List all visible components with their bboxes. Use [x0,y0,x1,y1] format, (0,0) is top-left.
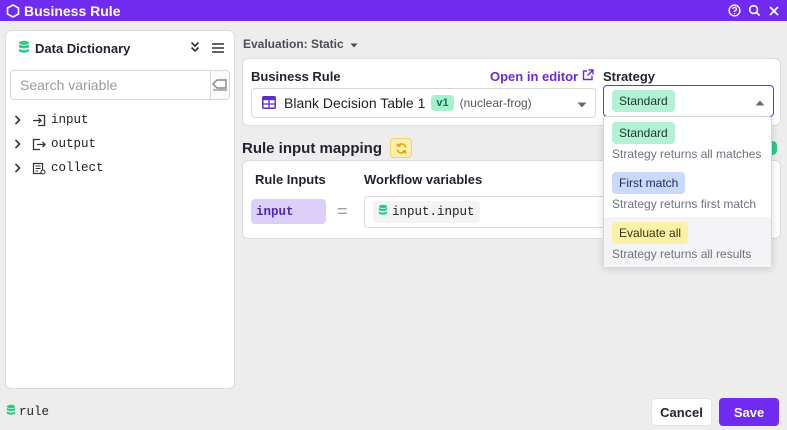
window-title: Business Rule [24,2,121,19]
rule-input-mapping-title: Rule input mapping [242,139,382,157]
tree-item-label: output [51,137,97,151]
caret-up-icon [755,94,765,109]
eraser-icon[interactable] [210,71,229,99]
search-variable-input[interactable] [11,71,210,99]
strategy-option-chip: First match [612,172,686,194]
evaluation-label: Evaluation: Static [243,37,344,51]
variable-tree: input output collect [6,108,234,180]
data-dictionary-panel: Data Dictionary input output [5,30,235,389]
search-variable-field [10,70,230,100]
evaluation-selector[interactable]: Evaluation: Static [243,37,358,51]
chevron-right-icon[interactable] [14,139,24,149]
strategy-option-description: Strategy returns all matches [612,147,762,161]
business-rule-slug: (nuclear-frog) [459,96,532,110]
save-button[interactable]: Save [719,398,779,426]
strategy-selected-chip: Standard [612,90,675,112]
collect-icon [32,161,46,175]
open-in-editor-link[interactable]: Open in editor [490,69,594,84]
version-badge: v1 [431,95,454,111]
collapse-all-icon[interactable] [190,41,200,56]
workflow-variables-header: Workflow variables [364,172,483,187]
strategy-option-evaluate-all[interactable]: Evaluate all Strategy returns all result… [604,217,771,267]
caret-down-icon [350,37,358,51]
strategy-select[interactable]: Standard [603,85,774,117]
title-bar: Business Rule [0,0,787,21]
close-icon[interactable] [767,4,781,18]
tree-item-output[interactable]: output [6,132,234,156]
strategy-option-first-match[interactable]: First match Strategy returns first match [604,167,771,217]
rule-input-chip: input [251,199,326,224]
chevron-right-icon[interactable] [14,115,24,125]
rule-inputs-header: Rule Inputs [255,172,326,187]
caret-down-icon [577,96,587,111]
open-in-editor-label: Open in editor [490,69,579,84]
database-icon [378,204,388,220]
tree-item-collect[interactable]: collect [6,156,234,180]
tree-item-label: collect [51,161,104,175]
strategy-option-description: Strategy returns first match [612,197,757,211]
strategy-option-description: Strategy returns all results [612,247,752,261]
search-icon[interactable] [747,4,761,18]
cancel-button[interactable]: Cancel [651,398,712,426]
workflow-variable-chip[interactable]: input.input [373,201,480,223]
refresh-icon[interactable] [390,138,412,158]
business-rule-label: Business Rule [251,69,341,84]
workflow-variable-label: input.input [392,205,475,219]
decision-table-icon [262,96,276,110]
workflow-variable-field[interactable]: input.input [364,196,604,228]
strategy-label: Strategy [603,69,656,84]
output-icon [32,137,46,151]
chevron-right-icon[interactable] [14,163,24,173]
database-icon [18,40,30,57]
rule-variable-label: rule [19,405,50,419]
help-icon[interactable] [727,4,741,18]
external-link-icon [582,69,594,84]
strategy-option-chip: Standard [612,122,675,144]
strategy-option-standard[interactable]: Standard Strategy returns all matches [604,117,771,167]
menu-icon[interactable] [212,41,224,56]
hexagon-logo-icon [6,3,20,18]
database-icon [6,404,16,420]
data-dictionary-title: Data Dictionary [35,40,131,56]
input-icon [32,113,46,127]
business-rule-select[interactable]: Blank Decision Table 1 v1 (nuclear-frog) [251,88,596,118]
business-rule-name: Blank Decision Table 1 [284,95,426,111]
rule-variable-indicator: rule [6,404,49,420]
strategy-option-chip: Evaluate all [612,222,689,244]
tree-item-input[interactable]: input [6,108,234,132]
strategy-dropdown: Standard Strategy returns all matches Fi… [603,116,772,267]
tree-item-label: input [51,113,89,127]
equals-icon: = [337,201,348,221]
data-dictionary-header: Data Dictionary [6,31,234,65]
rule-input-mapping-heading: Rule input mapping [242,138,412,158]
